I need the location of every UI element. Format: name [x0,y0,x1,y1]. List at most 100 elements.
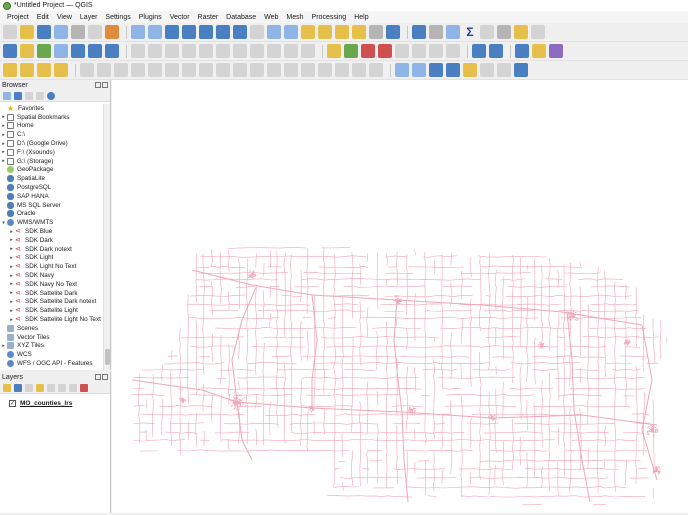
add-selected-layers-icon[interactable] [3,91,11,100]
zoom-native-icon[interactable] [250,25,264,39]
close-panel-icon[interactable] [102,82,108,88]
expression-filter-icon[interactable] [47,383,55,392]
calculator-icon[interactable] [429,25,443,39]
select-features-icon[interactable] [3,63,17,77]
browser-item[interactable]: ▸ F:\ (Xsounds) [0,148,110,157]
filter-legend-icon[interactable] [36,383,44,392]
browser-item[interactable]: SpatiaLite [0,174,110,183]
browser-item[interactable]: ▾ WMS/WMTS [0,218,110,227]
new-project-icon[interactable] [3,25,17,39]
merge-features-icon[interactable] [301,63,315,77]
label-toolbar-icon[interactable] [327,44,341,58]
new-bookmark-icon[interactable] [335,25,349,39]
layer-row[interactable]: ✓ MO_counties_lrs [0,398,110,408]
expand-all-icon[interactable] [58,383,66,392]
show-hide-label-icon[interactable] [446,44,460,58]
menu-database[interactable]: Database [222,14,260,21]
chevron-right-icon[interactable]: ▸ [8,229,15,235]
menu-plugins[interactable]: Plugins [135,14,166,21]
plugin-book-icon[interactable] [549,44,563,58]
fill-ring-icon[interactable] [182,63,196,77]
close-panel-icon[interactable] [102,374,108,380]
data-source-manager-icon[interactable] [3,44,17,58]
zoom-full-icon[interactable] [199,25,213,39]
new-temporary-layer-icon[interactable] [88,44,102,58]
float-panel-icon[interactable] [95,82,101,88]
tile-scale-icon[interactable] [514,63,528,77]
snapping-icon[interactable] [395,63,409,77]
browser-item[interactable]: ▸ G:\ (Storage) [0,157,110,166]
plugin-globe-icon[interactable] [472,44,486,58]
digitize-icon[interactable] [131,44,145,58]
chevron-right-icon[interactable]: ▸ [8,273,15,279]
rotate-feature-icon[interactable] [114,63,128,77]
browser-item[interactable]: ▸ D:\ (Google Drive) [0,139,110,148]
temporal-controller-icon[interactable] [369,25,383,39]
browser-item[interactable]: ▸ ⋖ SDK Blue [0,227,110,236]
cut-features-icon[interactable] [233,44,247,58]
refresh-browser-icon[interactable] [14,91,22,100]
rotate-symbols-icon[interactable] [335,63,349,77]
show-bookmarks-icon[interactable] [352,25,366,39]
vertex-tool-icon[interactable] [199,44,213,58]
chevron-right-icon[interactable]: ▸ [0,149,7,155]
undo-icon[interactable] [284,44,298,58]
reverse-line-icon[interactable] [352,63,366,77]
offset-curve-icon[interactable] [250,63,264,77]
transform-icon[interactable] [429,63,443,77]
delete-part-icon[interactable] [216,63,230,77]
select-location-icon[interactable] [54,63,68,77]
delete-ring-icon[interactable] [199,63,213,77]
new-virtual-layer-icon[interactable] [71,44,85,58]
pan-to-selection-icon[interactable] [148,25,162,39]
chevron-down-icon[interactable]: ▾ [0,220,7,226]
move-label-icon[interactable] [395,44,409,58]
copy-features-icon[interactable] [250,44,264,58]
chevron-right-icon[interactable]: ▸ [0,123,7,129]
browser-scrollbar[interactable] [103,104,110,370]
menu-web[interactable]: Web [260,14,282,21]
change-label-icon[interactable] [429,44,443,58]
chevron-right-icon[interactable]: ▸ [8,255,15,261]
chevron-right-icon[interactable]: ▸ [0,141,7,147]
open-styling-icon[interactable] [3,383,11,392]
annotation-icon[interactable] [531,25,545,39]
plugin-stop-icon[interactable] [515,44,529,58]
menu-project[interactable]: Project [3,14,33,21]
show-pin-icon[interactable] [378,44,392,58]
menu-settings[interactable]: Settings [101,14,134,21]
zoom-in-icon[interactable] [165,25,179,39]
add-feature-icon[interactable] [182,44,196,58]
browser-item[interactable]: ▸ ⋖ SDK Sattelite Light No Text [0,315,110,324]
save-edits-icon[interactable] [165,44,179,58]
save-as-icon[interactable] [54,25,68,39]
browser-item[interactable]: Oracle [0,210,110,219]
new-shapefile-icon[interactable] [37,44,51,58]
georeference-icon[interactable] [446,63,460,77]
redo-icon[interactable] [301,44,315,58]
measure-icon[interactable] [497,25,511,39]
simplify-icon[interactable] [131,63,145,77]
python-console-icon[interactable] [532,44,546,58]
browser-item[interactable]: ▸ Home [0,122,110,131]
pan-icon[interactable] [131,25,145,39]
collapse-all-layers-icon[interactable] [69,383,77,392]
merge-attributes-icon[interactable] [318,63,332,77]
zoom-layer-icon[interactable] [233,25,247,39]
new-map-view-icon[interactable] [301,25,315,39]
menu-mesh[interactable]: Mesh [282,14,307,21]
zoom-out-icon[interactable] [182,25,196,39]
filter-browser-icon[interactable] [25,91,33,100]
settings-gear-icon[interactable] [446,25,460,39]
split-parts-icon[interactable] [284,63,298,77]
zoom-last-icon[interactable] [267,25,281,39]
chevron-right-icon[interactable]: ▸ [0,158,7,164]
browser-item[interactable]: WFS / OGC API - Features [0,359,110,368]
layout-manager-icon[interactable] [88,25,102,39]
browser-item[interactable]: ▸ ⋖ SDK Sattelite Dark notext [0,298,110,307]
menu-view[interactable]: View [53,14,76,21]
add-part-icon[interactable] [165,63,179,77]
chevron-right-icon[interactable]: ▸ [8,299,15,305]
chevron-right-icon[interactable]: ▸ [8,246,15,252]
save-project-icon[interactable] [37,25,51,39]
